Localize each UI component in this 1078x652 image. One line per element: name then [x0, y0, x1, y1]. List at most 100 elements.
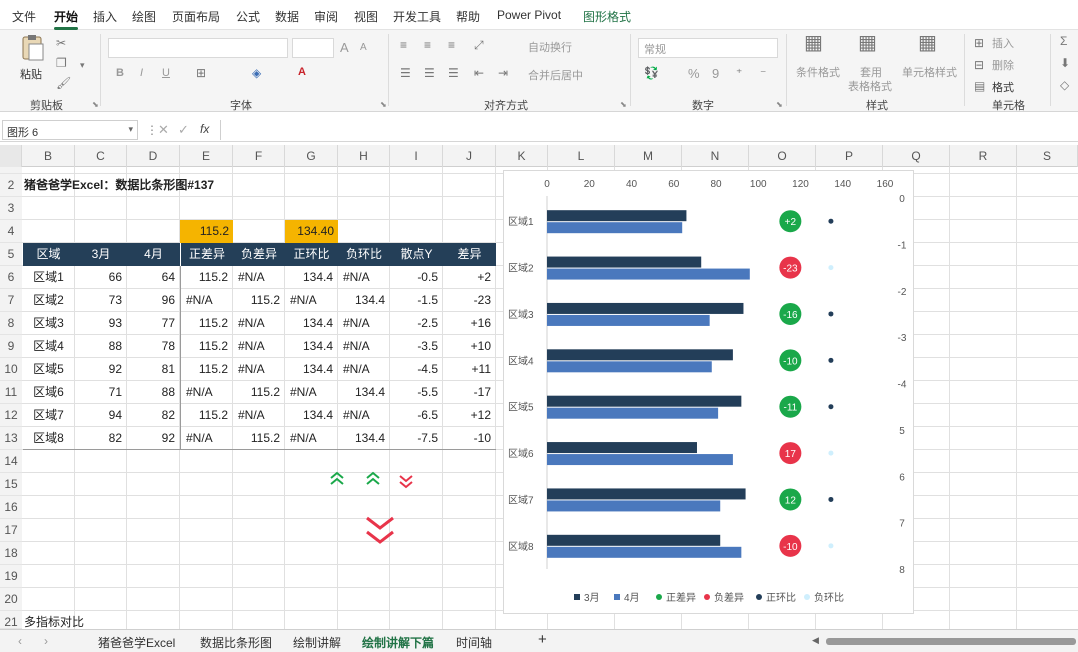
insert-cells-button[interactable]: 插入	[992, 35, 1014, 51]
column-header-r[interactable]: R	[950, 145, 1017, 167]
table-cell[interactable]: #N/A	[180, 427, 233, 450]
table-cell[interactable]: 区域1	[22, 266, 75, 289]
column-header-k[interactable]: K	[496, 145, 548, 167]
table-cell[interactable]: #N/A	[233, 335, 285, 358]
table-cell[interactable]: #N/A	[338, 312, 390, 335]
row-header[interactable]: 11	[0, 381, 22, 404]
menu-file[interactable]: 文件	[12, 8, 36, 25]
delete-cells-icon[interactable]: ⊟	[974, 58, 984, 72]
table-cell[interactable]: 区域8	[22, 427, 75, 450]
double-up-green-icon[interactable]	[328, 470, 346, 488]
cell-styles-button[interactable]: 单元格样式	[902, 64, 957, 80]
table-cell[interactable]: 71	[75, 381, 127, 404]
menu-help[interactable]: 帮助	[456, 8, 480, 25]
increase-decimal-icon[interactable]: ⁺	[736, 66, 742, 80]
sheet-title[interactable]: 猪爸爸学Excel：数据比条形图#137	[24, 174, 324, 197]
conditional-format-button[interactable]: 条件格式	[796, 64, 840, 80]
menu-data[interactable]: 数据	[275, 8, 299, 25]
table-cell[interactable]: -7.5	[390, 427, 443, 450]
table-cell[interactable]: 82	[75, 427, 127, 450]
font-size-select[interactable]	[292, 38, 334, 58]
conditional-format-icon[interactable]: ▦	[804, 33, 823, 53]
row-header[interactable]: 21	[0, 611, 22, 629]
table-header-cell[interactable]: 散点Y	[390, 243, 443, 266]
table-cell[interactable]: 92	[75, 358, 127, 381]
indent-icon[interactable]: ⇤	[474, 66, 484, 80]
comma-button[interactable]: 9	[712, 66, 719, 81]
row-header[interactable]: 3	[0, 197, 22, 220]
table-cell[interactable]: 94	[75, 404, 127, 427]
table-cell[interactable]: 134.4	[285, 266, 338, 289]
paste-icon[interactable]	[18, 34, 46, 62]
row-header[interactable]: 2	[0, 174, 22, 197]
menu-formulas[interactable]: 公式	[236, 8, 260, 25]
table-cell[interactable]: 区域3	[22, 312, 75, 335]
column-header-p[interactable]: P	[816, 145, 883, 167]
dialog-launcher-icon[interactable]: ⬊	[380, 100, 387, 109]
menu-page-layout[interactable]: 页面布局	[172, 8, 220, 25]
column-header-c[interactable]: C	[75, 145, 127, 167]
table-cell[interactable]: 区域6	[22, 381, 75, 404]
row-header[interactable]: 8	[0, 312, 22, 335]
table-cell[interactable]: -1.5	[390, 289, 443, 312]
table-cell[interactable]: #N/A	[180, 381, 233, 404]
name-box[interactable]: 图形 6 ▾	[2, 120, 138, 140]
table-cell[interactable]: 93	[75, 312, 127, 335]
chevron-down-icon[interactable]: ▾	[80, 58, 85, 72]
menu-home[interactable]: 开始	[54, 8, 79, 30]
font-name-select[interactable]	[108, 38, 288, 58]
cell-styles-icon[interactable]: ▦	[918, 33, 937, 53]
align-left-icon[interactable]: ☰	[400, 66, 411, 80]
row-header[interactable]: 9	[0, 335, 22, 358]
table-cell[interactable]: 78	[127, 335, 180, 358]
table-cell[interactable]: +11	[443, 358, 496, 381]
table-cell[interactable]: 区域4	[22, 335, 75, 358]
table-cell[interactable]: #N/A	[285, 427, 338, 450]
menu-shape-format[interactable]: 图形格式	[583, 8, 631, 25]
font-color-button[interactable]: A	[298, 66, 306, 78]
column-header-h[interactable]: H	[338, 145, 390, 167]
menu-power-pivot[interactable]: Power Pivot	[497, 8, 561, 22]
table-cell[interactable]: 115.2	[233, 381, 285, 404]
horizontal-scrollbar[interactable]	[826, 638, 1076, 645]
row-header[interactable]: 13	[0, 427, 22, 450]
table-cell[interactable]: +12	[443, 404, 496, 427]
column-header-l[interactable]: L	[548, 145, 615, 167]
table-header-cell[interactable]: 3月	[75, 243, 127, 266]
align-center-icon[interactable]: ☰	[424, 66, 435, 80]
table-header-cell[interactable]: 负差异	[233, 243, 285, 266]
table-cell[interactable]: 115.2	[180, 266, 233, 289]
table-cell[interactable]: -4.5	[390, 358, 443, 381]
table-cell[interactable]: 88	[75, 335, 127, 358]
table-cell[interactable]: 134.4	[285, 335, 338, 358]
table-cell[interactable]: 区域2	[22, 289, 75, 312]
italic-button[interactable]: I	[140, 67, 143, 79]
table-cell[interactable]: 66	[75, 266, 127, 289]
align-right-icon[interactable]: ☰	[448, 66, 459, 80]
column-header-b[interactable]: B	[22, 145, 75, 167]
table-cell[interactable]: 96	[127, 289, 180, 312]
table-cell[interactable]: #N/A	[180, 289, 233, 312]
menu-insert[interactable]: 插入	[93, 8, 117, 25]
fill-color-icon[interactable]: ◈	[252, 66, 261, 80]
row-header[interactable]: 16	[0, 496, 22, 519]
row-header[interactable]: 15	[0, 473, 22, 496]
table-cell[interactable]: +2	[443, 266, 496, 289]
table-header-cell[interactable]: 正差异	[180, 243, 233, 266]
column-header-f[interactable]: F	[233, 145, 285, 167]
tab-sheet-3[interactable]: 绘制讲解	[293, 634, 341, 651]
column-header-d[interactable]: D	[127, 145, 180, 167]
clear-icon[interactable]: ◇	[1060, 78, 1069, 92]
column-header-g[interactable]: G	[285, 145, 338, 167]
row-header-1[interactable]	[0, 167, 22, 174]
double-down-red-icon[interactable]	[397, 472, 415, 490]
table-cell[interactable]: #N/A	[233, 404, 285, 427]
wrap-text-button[interactable]: 自动换行	[528, 39, 572, 55]
table-format-icon[interactable]: ▦	[858, 33, 877, 53]
table-cell[interactable]: 区域5	[22, 358, 75, 381]
currency-icon[interactable]: 💱	[644, 66, 659, 80]
cut-icon[interactable]: ✂	[56, 36, 66, 50]
decrease-decimal-icon[interactable]: ⁻	[760, 66, 766, 80]
menu-review[interactable]: 审阅	[314, 8, 338, 25]
menu-developer[interactable]: 开发工具	[393, 8, 441, 25]
